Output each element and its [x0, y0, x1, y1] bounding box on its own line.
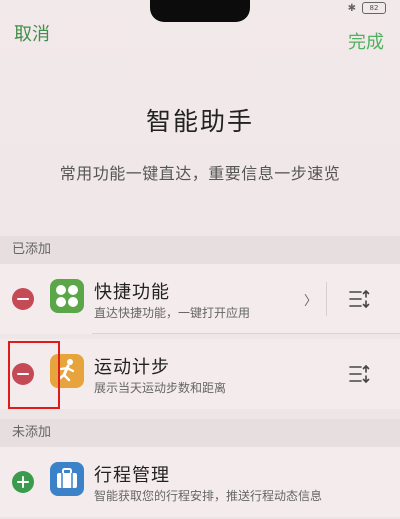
briefcase-icon — [50, 462, 84, 496]
add-button[interactable] — [12, 471, 34, 493]
list-item-trip-management: 行程管理 智能获取您的行程安排，推送行程动态信息 — [0, 447, 400, 517]
item-title: 运动计步 — [94, 357, 170, 378]
highlight-annotation-box — [8, 341, 60, 409]
reorder-handle-icon[interactable] — [348, 288, 372, 310]
item-description: 智能获取您的行程安排，推送行程动态信息 — [94, 489, 323, 503]
phone-screen: ✱ 82 取消 完成 智能助手 常用功能一键直达，重要信息一步速览 已添加 快捷… — [0, 0, 400, 519]
bluetooth-icon: ✱ — [347, 2, 356, 14]
section-header-added: 已添加 — [0, 236, 400, 264]
status-bar: ✱ 82 — [348, 2, 386, 14]
remove-button[interactable] — [12, 288, 34, 310]
list-item-sport-steps: 运动计步 展示当天运动步数和距离 — [0, 339, 400, 409]
item-title: 行程管理 — [94, 465, 170, 486]
minus-icon — [17, 298, 29, 300]
four-dots-icon — [50, 279, 84, 313]
nav-bar: 取消 完成 — [0, 14, 400, 54]
item-description: 展示当天运动步数和距离 — [94, 381, 227, 395]
item-description: 直达快捷功能，一键打开应用 — [94, 306, 251, 320]
list-item-shortcuts: 快捷功能 直达快捷功能，一键打开应用 〉 — [0, 264, 400, 334]
item-title: 快捷功能 — [94, 282, 170, 303]
battery-level: 82 — [369, 4, 379, 12]
page-subtitle: 常用功能一键直达，重要信息一步速览 — [59, 164, 341, 183]
vertical-divider — [326, 282, 327, 316]
reorder-handle-icon[interactable] — [348, 363, 372, 385]
battery-icon: 82 — [362, 2, 386, 14]
done-button[interactable]: 完成 — [348, 28, 384, 54]
page-title: 智能助手 — [145, 107, 254, 136]
plus-icon — [22, 476, 24, 488]
row-divider — [92, 333, 400, 334]
cancel-button[interactable]: 取消 — [14, 20, 50, 46]
chevron-right-icon[interactable]: 〉 — [304, 290, 317, 309]
section-header-not-added: 未添加 — [0, 419, 400, 447]
